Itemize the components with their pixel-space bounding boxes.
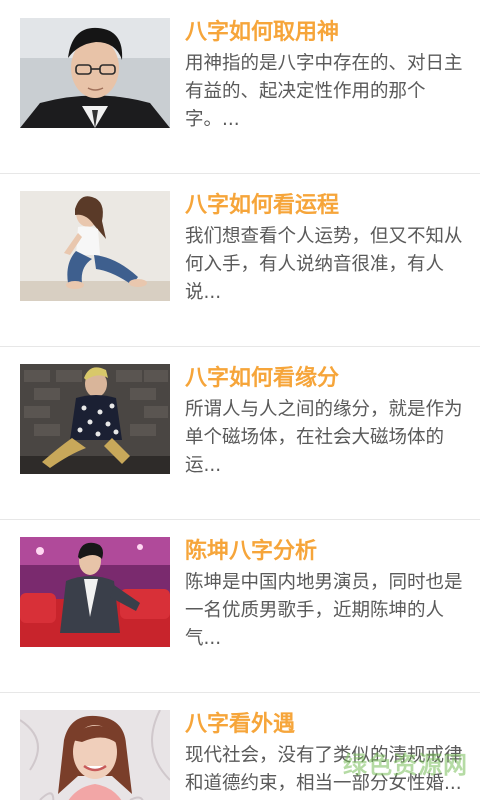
- article-title[interactable]: 八字看外遇: [185, 710, 465, 740]
- article-card[interactable]: 八字看外遇 现代社会，没有了类似的清规戒律和道德约束，相当一部分女性婚...: [0, 694, 480, 800]
- article-list: 八字如何取用神 用神指的是八字中存在的、对日主有益的、起决定性作用的那个字。..…: [0, 0, 480, 800]
- man-on-sofa-photo[interactable]: [20, 537, 170, 647]
- article-title[interactable]: 陈坤八字分析: [185, 537, 465, 567]
- man-sitting-photo[interactable]: [20, 364, 170, 474]
- woman-sitting-photo[interactable]: [20, 191, 170, 301]
- article-card[interactable]: 八字如何取用神 用神指的是八字中存在的、对日主有益的、起决定性作用的那个字。..…: [0, 2, 480, 174]
- article-summary: 所谓人与人之间的缘分，就是作为单个磁场体，在社会大磁场体的运...: [185, 399, 463, 476]
- woman-sitting-image: [20, 191, 170, 301]
- smiling-woman-image: [20, 710, 170, 800]
- article-summary: 我们想查看个人运势，但又不知从何入手，有人说纳音很准，有人说...: [185, 226, 463, 303]
- man-with-glasses-photo[interactable]: [20, 18, 170, 128]
- article-title[interactable]: 八字如何看运程: [185, 191, 465, 221]
- article-summary: 陈坤是中国内地男演员，同时也是一名优质男歌手，近期陈坤的人气...: [185, 572, 463, 649]
- article-card[interactable]: 八字如何看运程 我们想查看个人运势，但又不知从何入手，有人说纳音很准，有人说..…: [0, 175, 480, 347]
- article-title[interactable]: 八字如何看缘分: [185, 364, 465, 394]
- article-card[interactable]: 陈坤八字分析 陈坤是中国内地男演员，同时也是一名优质男歌手，近期陈坤的人气...: [0, 521, 480, 693]
- article-card[interactable]: 八字如何看缘分 所谓人与人之间的缘分，就是作为单个磁场体，在社会大磁场体的运..…: [0, 348, 480, 520]
- article-summary: 用神指的是八字中存在的、对日主有益的、起决定性作用的那个字。...: [185, 53, 463, 130]
- man-with-glasses-image: [20, 18, 170, 128]
- article-summary: 现代社会，没有了类似的清规戒律和道德约束，相当一部分女性婚...: [185, 745, 463, 794]
- man-on-sofa-image: [20, 537, 170, 647]
- smiling-woman-photo[interactable]: [20, 710, 170, 800]
- article-title[interactable]: 八字如何取用神: [185, 18, 465, 48]
- man-sitting-image: [20, 364, 170, 474]
